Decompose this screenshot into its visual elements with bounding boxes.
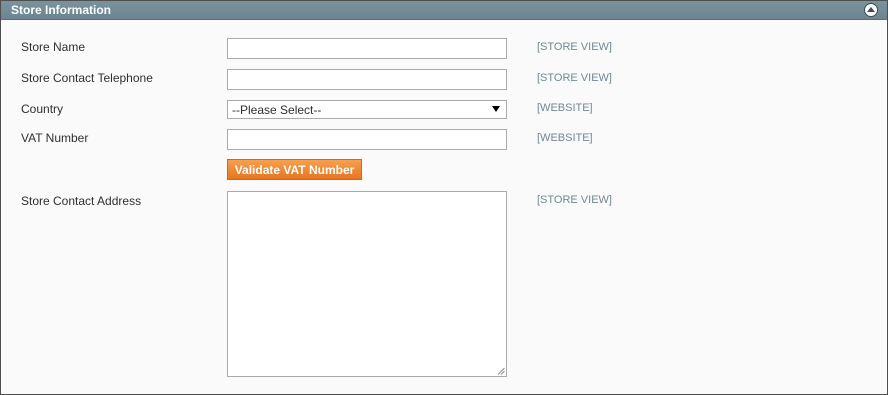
store-address-label: Store Contact Address [21,194,142,208]
section-body: Store Name [STORE VIEW] Store Contact Te… [1,20,887,394]
dropdown-arrow-icon [492,106,500,112]
store-name-label: Store Name [21,40,86,54]
country-select-value: --Please Select-- [232,103,322,117]
section-header[interactable]: Store Information [1,1,887,20]
store-phone-input[interactable] [227,69,507,90]
vat-number-scope: [WEBSITE] [537,132,593,144]
vat-number-input[interactable] [227,129,507,150]
resize-grip-icon[interactable] [497,367,505,375]
section-title: Store Information [11,3,112,17]
country-scope: [WEBSITE] [537,102,593,114]
store-phone-label: Store Contact Telephone [21,71,153,85]
store-name-input[interactable] [227,38,507,59]
country-select[interactable]: --Please Select-- [227,100,507,119]
vat-number-label: VAT Number [21,131,89,145]
store-address-textarea[interactable] [227,191,507,377]
store-phone-scope: [STORE VIEW] [537,72,612,84]
store-address-scope: [STORE VIEW] [537,194,612,206]
country-label: Country [21,102,64,116]
validate-vat-number-button[interactable]: Validate VAT Number [227,159,362,180]
store-information-section: Store Information Store Name [STORE VIEW… [0,0,888,395]
chevron-up-icon [867,7,875,12]
store-name-scope: [STORE VIEW] [537,41,612,53]
collapse-section-icon[interactable] [864,3,878,17]
